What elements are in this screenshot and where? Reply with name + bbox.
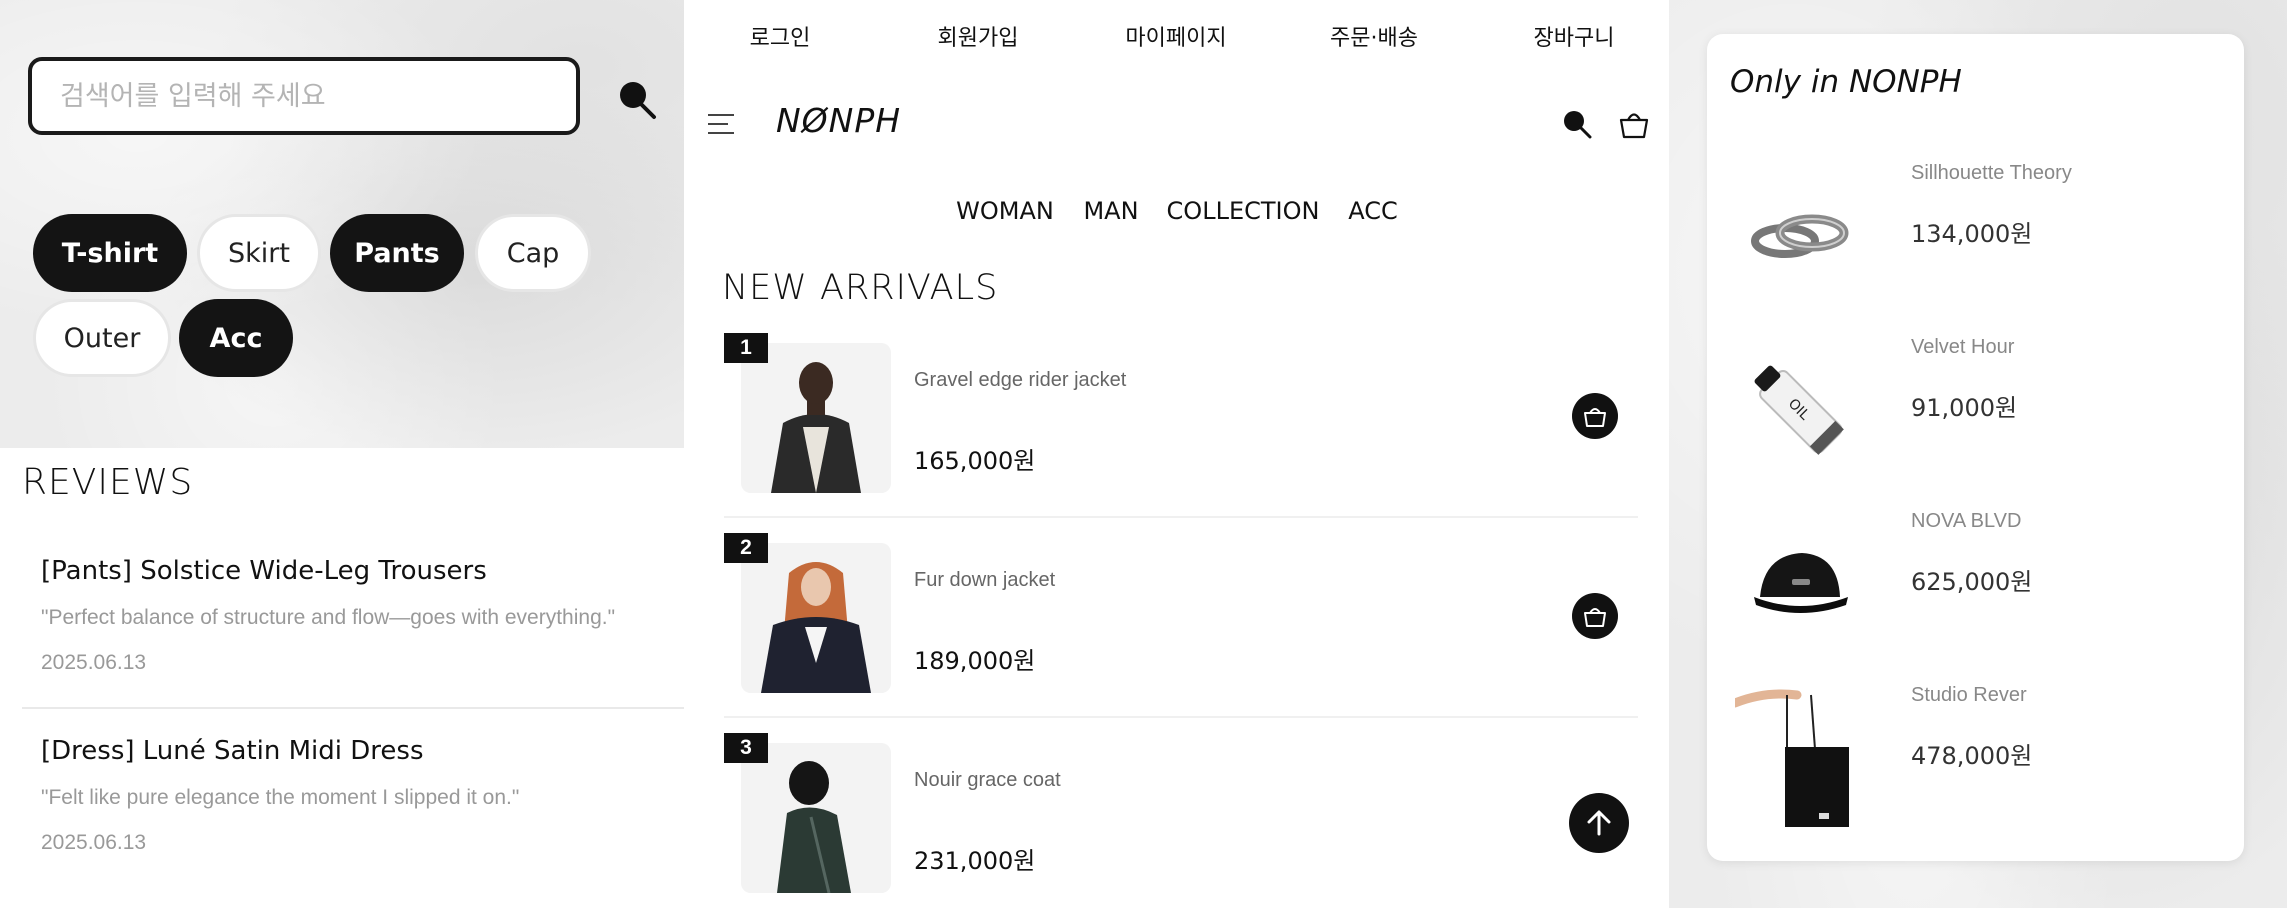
arrival-item[interactable]: 3 Nouir grace coat 231,000원 xyxy=(724,733,1638,908)
new-arrivals-heading: NEW ARRIVALS xyxy=(722,268,999,308)
model-jacket-image xyxy=(741,343,891,493)
product-name: Nouir grace coat xyxy=(914,769,1061,791)
featured-panel: Only in NONPH Sillhouette Theory 134,000… xyxy=(1669,0,2287,908)
search-box[interactable] xyxy=(28,57,580,135)
reviews-section: REVIEWS [Pants] Solstice Wide-Leg Trouse… xyxy=(0,448,706,908)
signup-link[interactable]: 회원가입 xyxy=(938,20,1019,52)
product-price: 91,000원 xyxy=(1911,394,2018,422)
search-panel: T-shirt Skirt Pants Cap Outer Acc xyxy=(0,0,684,448)
arrival-divider xyxy=(724,516,1638,518)
arrival-item[interactable]: 2 Fur down jacket 189,000원 xyxy=(724,533,1638,733)
category-chip-skirt[interactable]: Skirt xyxy=(197,214,321,292)
featured-heading: Only in NONPH xyxy=(1730,64,1962,100)
model-coat-image xyxy=(741,743,891,893)
category-chip-tshirt[interactable]: T-shirt xyxy=(33,214,187,292)
orders-link[interactable]: 주문·배송 xyxy=(1330,20,1418,52)
arrow-up-icon xyxy=(1587,810,1611,836)
basket-icon xyxy=(1584,408,1606,427)
category-chip-acc[interactable]: Acc xyxy=(179,299,293,377)
featured-product[interactable]: Studio Rever 478,000원 xyxy=(1707,684,2244,854)
rings-image xyxy=(1751,214,1849,258)
product-thumbnail xyxy=(1730,684,1870,834)
product-price: 478,000원 xyxy=(1911,742,2033,770)
search-icon xyxy=(1564,111,1592,139)
arrival-item[interactable]: 1 Gravel edge rider jacket 165,000원 xyxy=(724,333,1638,533)
review-quote: "Felt like pure elegance the moment I sl… xyxy=(41,786,520,809)
mypage-link[interactable]: 마이페이지 xyxy=(1125,20,1226,52)
menu-icon xyxy=(708,123,728,125)
add-to-cart-button[interactable] xyxy=(1572,393,1618,439)
menu-icon xyxy=(708,132,734,134)
nav-collection[interactable]: COLLECTION xyxy=(1167,197,1320,225)
product-name: Studio Rever xyxy=(1911,684,2027,706)
scroll-to-top-button[interactable] xyxy=(1569,793,1629,853)
category-chip-pants[interactable]: Pants xyxy=(330,214,464,292)
product-price: 165,000원 xyxy=(914,447,1036,475)
reviews-heading: REVIEWS xyxy=(22,462,194,503)
product-name: NOVA BLVD xyxy=(1911,510,2022,532)
cap-image xyxy=(1754,553,1848,613)
basket-icon xyxy=(1619,113,1649,139)
product-price: 134,000원 xyxy=(1911,220,2033,248)
product-name: Gravel edge rider jacket xyxy=(914,369,1127,391)
search-input[interactable] xyxy=(58,79,576,113)
product-thumbnail: OIL xyxy=(1730,336,1870,486)
review-date: 2025.06.13 xyxy=(41,831,147,854)
review-divider xyxy=(22,707,704,709)
cart-link[interactable]: 장바구니 xyxy=(1534,20,1615,52)
tote-bag-image xyxy=(1735,689,1849,827)
rank-badge: 2 xyxy=(724,533,768,563)
product-name: Velvet Hour xyxy=(1911,336,2015,358)
menu-button[interactable] xyxy=(708,112,734,136)
add-to-cart-button[interactable] xyxy=(1572,593,1618,639)
featured-card: Only in NONPH Sillhouette Theory 134,000… xyxy=(1707,34,2244,861)
menu-icon xyxy=(708,114,734,116)
login-link[interactable]: 로그인 xyxy=(750,20,811,52)
rank-badge: 1 xyxy=(724,333,768,363)
search-icon xyxy=(620,82,656,119)
arrival-divider xyxy=(724,716,1638,718)
model-fur-jacket-image xyxy=(741,543,891,693)
product-name: Fur down jacket xyxy=(914,569,1056,591)
review-quote: "Perfect balance of structure and flow—g… xyxy=(41,606,616,629)
search-button[interactable] xyxy=(616,78,660,122)
review-title: [Dress] Luné Satin Midi Dress xyxy=(41,736,424,766)
product-price: 231,000원 xyxy=(914,847,1036,875)
nav-acc[interactable]: ACC xyxy=(1348,197,1398,225)
review-date: 2025.06.13 xyxy=(41,651,147,674)
category-chip-cap[interactable]: Cap xyxy=(475,214,591,292)
oil-bottle-image: OIL xyxy=(1754,365,1844,455)
review-title: [Pants] Solstice Wide-Leg Trousers xyxy=(41,556,487,586)
product-thumbnail xyxy=(1730,162,1870,312)
product-price: 189,000원 xyxy=(914,647,1036,675)
product-name: Sillhouette Theory xyxy=(1911,162,2072,184)
featured-product[interactable]: Sillhouette Theory 134,000원 xyxy=(1707,162,2244,332)
nav-woman[interactable]: WOMAN xyxy=(956,197,1054,225)
basket-icon xyxy=(1584,608,1606,627)
nav-man[interactable]: MAN xyxy=(1083,197,1138,225)
header-cart-button[interactable] xyxy=(1617,107,1651,141)
featured-product[interactable]: NOVA BLVD 625,000원 xyxy=(1707,510,2244,680)
header-search-button[interactable] xyxy=(1560,107,1594,141)
brand-logo[interactable]: NØNPH xyxy=(776,101,901,140)
product-thumbnail[interactable] xyxy=(741,743,891,893)
product-thumbnail[interactable] xyxy=(741,343,891,493)
product-thumbnail xyxy=(1730,510,1870,660)
product-thumbnail[interactable] xyxy=(741,543,891,693)
category-chip-outer[interactable]: Outer xyxy=(33,299,171,377)
featured-product[interactable]: OIL Velvet Hour 91,000원 xyxy=(1707,336,2244,506)
product-price: 625,000원 xyxy=(1911,568,2033,596)
main-panel: 로그인 회원가입 마이페이지 주문·배송 장바구니 NØNPH WOMAN MA… xyxy=(684,0,1669,908)
rank-badge: 3 xyxy=(724,733,768,763)
